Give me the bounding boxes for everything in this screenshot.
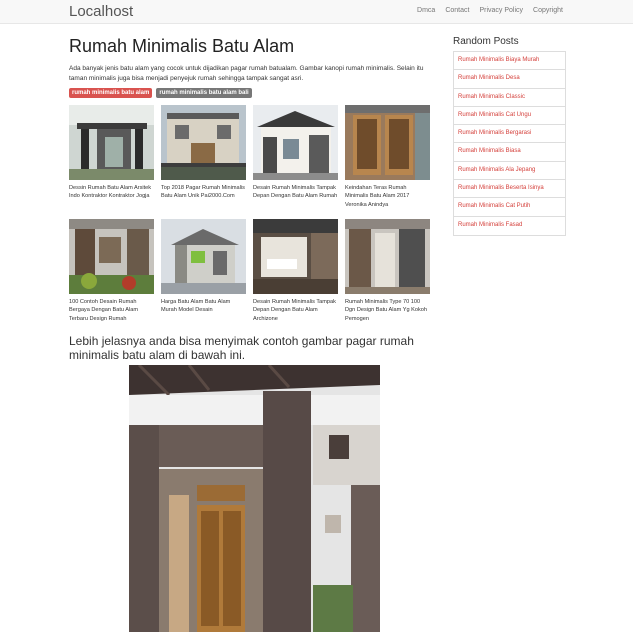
sidebar-link[interactable]: Rumah Minimalis Ala Jepang bbox=[454, 162, 565, 181]
article-description: Ada banyak jenis batu alam yang cocok un… bbox=[69, 65, 424, 82]
nav-links: Dmca Contact Privacy Policy Copyright bbox=[417, 7, 563, 14]
article-header: Rumah Minimalis Batu Alam Ada banyak jen… bbox=[69, 36, 433, 98]
gallery-caption[interactable]: Desain Rumah Minimalis Tampak Depan Deng… bbox=[253, 298, 338, 323]
gallery-thumbnail[interactable] bbox=[253, 219, 338, 294]
sidebar-link[interactable]: Rumah Minimalis Biaya Murah bbox=[454, 52, 565, 71]
gallery-item[interactable]: Top 2018 Pagar Rumah Minimalis Batu Alam… bbox=[161, 105, 246, 219]
gallery-caption[interactable]: 100 Contoh Desain Rumah Bergaya Dengan B… bbox=[69, 298, 154, 323]
gallery-thumbnail[interactable] bbox=[253, 105, 338, 180]
article-subheading: Lebih jelasnya anda bisa menyimak contoh… bbox=[69, 334, 414, 362]
gallery-item[interactable]: Rumah Minimalis Type 70 100 Dgn Design B… bbox=[345, 219, 430, 333]
sidebar-link[interactable]: Rumah Minimalis Cat Putih bbox=[454, 198, 565, 217]
gallery-item[interactable]: 100 Contoh Desain Rumah Bergaya Dengan B… bbox=[69, 219, 154, 333]
nav-dmca[interactable]: Dmca bbox=[417, 7, 435, 14]
site-brand[interactable]: Localhost bbox=[69, 3, 133, 20]
sidebar-link[interactable]: Rumah Minimalis Bergarasi bbox=[454, 125, 565, 144]
sidebar-link[interactable]: Rumah Minimalis Beserta Isinya bbox=[454, 180, 565, 199]
sidebar-heading: Random Posts bbox=[453, 36, 519, 47]
image-gallery: Dessin Rumah Batu Alam Arsitek Indo Kont… bbox=[69, 105, 433, 333]
gallery-caption[interactable]: Dessin Rumah Batu Alam Arsitek Indo Kont… bbox=[69, 184, 154, 201]
gallery-caption[interactable]: Keindahan Teras Rumah Minimalis Batu Ala… bbox=[345, 184, 430, 209]
nav-contact[interactable]: Contact bbox=[445, 7, 469, 14]
gallery-item[interactable]: Desain Rumah Minimalis Tampak Depan Deng… bbox=[253, 105, 338, 219]
gallery-thumbnail[interactable] bbox=[161, 105, 246, 180]
sidebar-link[interactable]: Rumah Minimalis Fasad bbox=[454, 217, 565, 235]
sidebar-link[interactable]: Rumah Minimalis Cat Ungu bbox=[454, 107, 565, 126]
gallery-caption[interactable]: Top 2018 Pagar Rumah Minimalis Batu Alam… bbox=[161, 184, 246, 201]
gallery-item[interactable]: Desain Rumah Minimalis Tampak Depan Deng… bbox=[253, 219, 338, 333]
gallery-thumbnail[interactable] bbox=[69, 219, 154, 294]
nav-copyright[interactable]: Copyright bbox=[533, 7, 563, 14]
top-navbar: Localhost Dmca Contact Privacy Policy Co… bbox=[0, 0, 633, 24]
gallery-thumbnail[interactable] bbox=[345, 105, 430, 180]
gallery-item[interactable]: Keindahan Teras Rumah Minimalis Batu Ala… bbox=[345, 105, 430, 219]
gallery-caption[interactable]: Rumah Minimalis Type 70 100 Dgn Design B… bbox=[345, 298, 430, 323]
sidebar-link[interactable]: Rumah Minimalis Biasa bbox=[454, 143, 565, 162]
random-posts-list: Rumah Minimalis Biaya Murah Rumah Minima… bbox=[453, 51, 566, 236]
tag-list: rumah minimalis batu alam rumah minimali… bbox=[69, 88, 433, 98]
page-title: Rumah Minimalis Batu Alam bbox=[69, 36, 295, 56]
house-photo[interactable] bbox=[129, 365, 380, 632]
tag-label[interactable]: rumah minimalis batu alam bbox=[69, 88, 153, 98]
gallery-item[interactable]: Dessin Rumah Batu Alam Arsitek Indo Kont… bbox=[69, 105, 154, 219]
gallery-item[interactable]: Harga Batu Alam Batu Alam Murah Model De… bbox=[161, 219, 246, 333]
gallery-thumbnail[interactable] bbox=[69, 105, 154, 180]
sidebar-link[interactable]: Rumah Minimalis Classic bbox=[454, 89, 565, 107]
sidebar-link[interactable]: Rumah Minimalis Desa bbox=[454, 70, 565, 89]
gallery-thumbnail[interactable] bbox=[345, 219, 430, 294]
nav-privacy-policy[interactable]: Privacy Policy bbox=[479, 7, 523, 14]
gallery-caption[interactable]: Desain Rumah Minimalis Tampak Depan Deng… bbox=[253, 184, 338, 201]
gallery-caption[interactable]: Harga Batu Alam Batu Alam Murah Model De… bbox=[161, 298, 246, 315]
gallery-thumbnail[interactable] bbox=[161, 219, 246, 294]
sidebar: Random Posts Rumah Minimalis Biaya Murah… bbox=[453, 36, 566, 236]
tag-label[interactable]: rumah minimalis batu alam bali bbox=[156, 88, 252, 98]
